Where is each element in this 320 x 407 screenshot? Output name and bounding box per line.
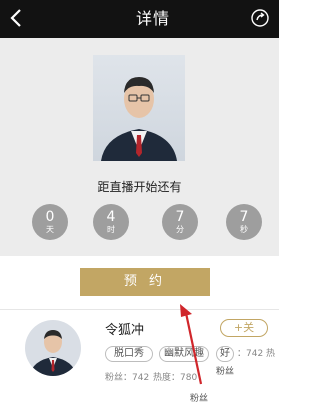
countdown-minutes: 7 分 — [162, 204, 198, 240]
host-tag-humorous: 幽默风趣 — [159, 346, 209, 362]
avatar[interactable] — [25, 320, 81, 376]
host-stat-overflow: ：742 热 — [237, 349, 276, 359]
countdown-minutes-unit: 分 — [176, 225, 184, 234]
host-tag-partial: 好 — [216, 346, 234, 362]
countdown-days: 0 天 — [32, 204, 68, 240]
share-button[interactable] — [249, 7, 271, 29]
countdown-label: 距直播开始还有 — [97, 180, 182, 194]
top-navigation-bar: 详情 — [0, 0, 279, 38]
countdown-days-value: 0 — [45, 209, 55, 225]
bottom-caption: 粉丝 — [190, 394, 209, 404]
countdown-hours: 4 时 — [93, 204, 129, 240]
live-preview-panel: 距直播开始还有 0 天 4 时 7 分 7 秒 — [0, 38, 279, 256]
host-name[interactable]: 令狐冲 — [105, 319, 144, 338]
share-icon — [251, 9, 269, 27]
countdown-seconds-value: 7 — [239, 209, 249, 225]
page-title: 详情 — [136, 9, 171, 28]
countdown-hours-value: 4 — [106, 209, 116, 225]
section-divider — [0, 309, 279, 310]
host-fans-count: 粉丝：742 — [105, 373, 150, 383]
host-tag-talk-show: 脱口秀 — [105, 346, 153, 362]
back-button[interactable] — [6, 8, 26, 30]
host-heat-count: 热度：780 — [153, 373, 198, 383]
countdown-seconds-unit: 秒 — [240, 225, 248, 234]
host-photo — [93, 55, 185, 161]
countdown-days-unit: 天 — [46, 225, 54, 234]
fans-caption: 粉丝 — [216, 367, 235, 377]
countdown-minutes-value: 7 — [175, 209, 185, 225]
follow-button[interactable]: +关 — [220, 319, 268, 337]
reserve-button[interactable]: 预 约 — [80, 268, 210, 296]
back-chevron-icon — [10, 9, 21, 27]
countdown-seconds: 7 秒 — [226, 204, 262, 240]
countdown-hours-unit: 时 — [107, 225, 115, 234]
